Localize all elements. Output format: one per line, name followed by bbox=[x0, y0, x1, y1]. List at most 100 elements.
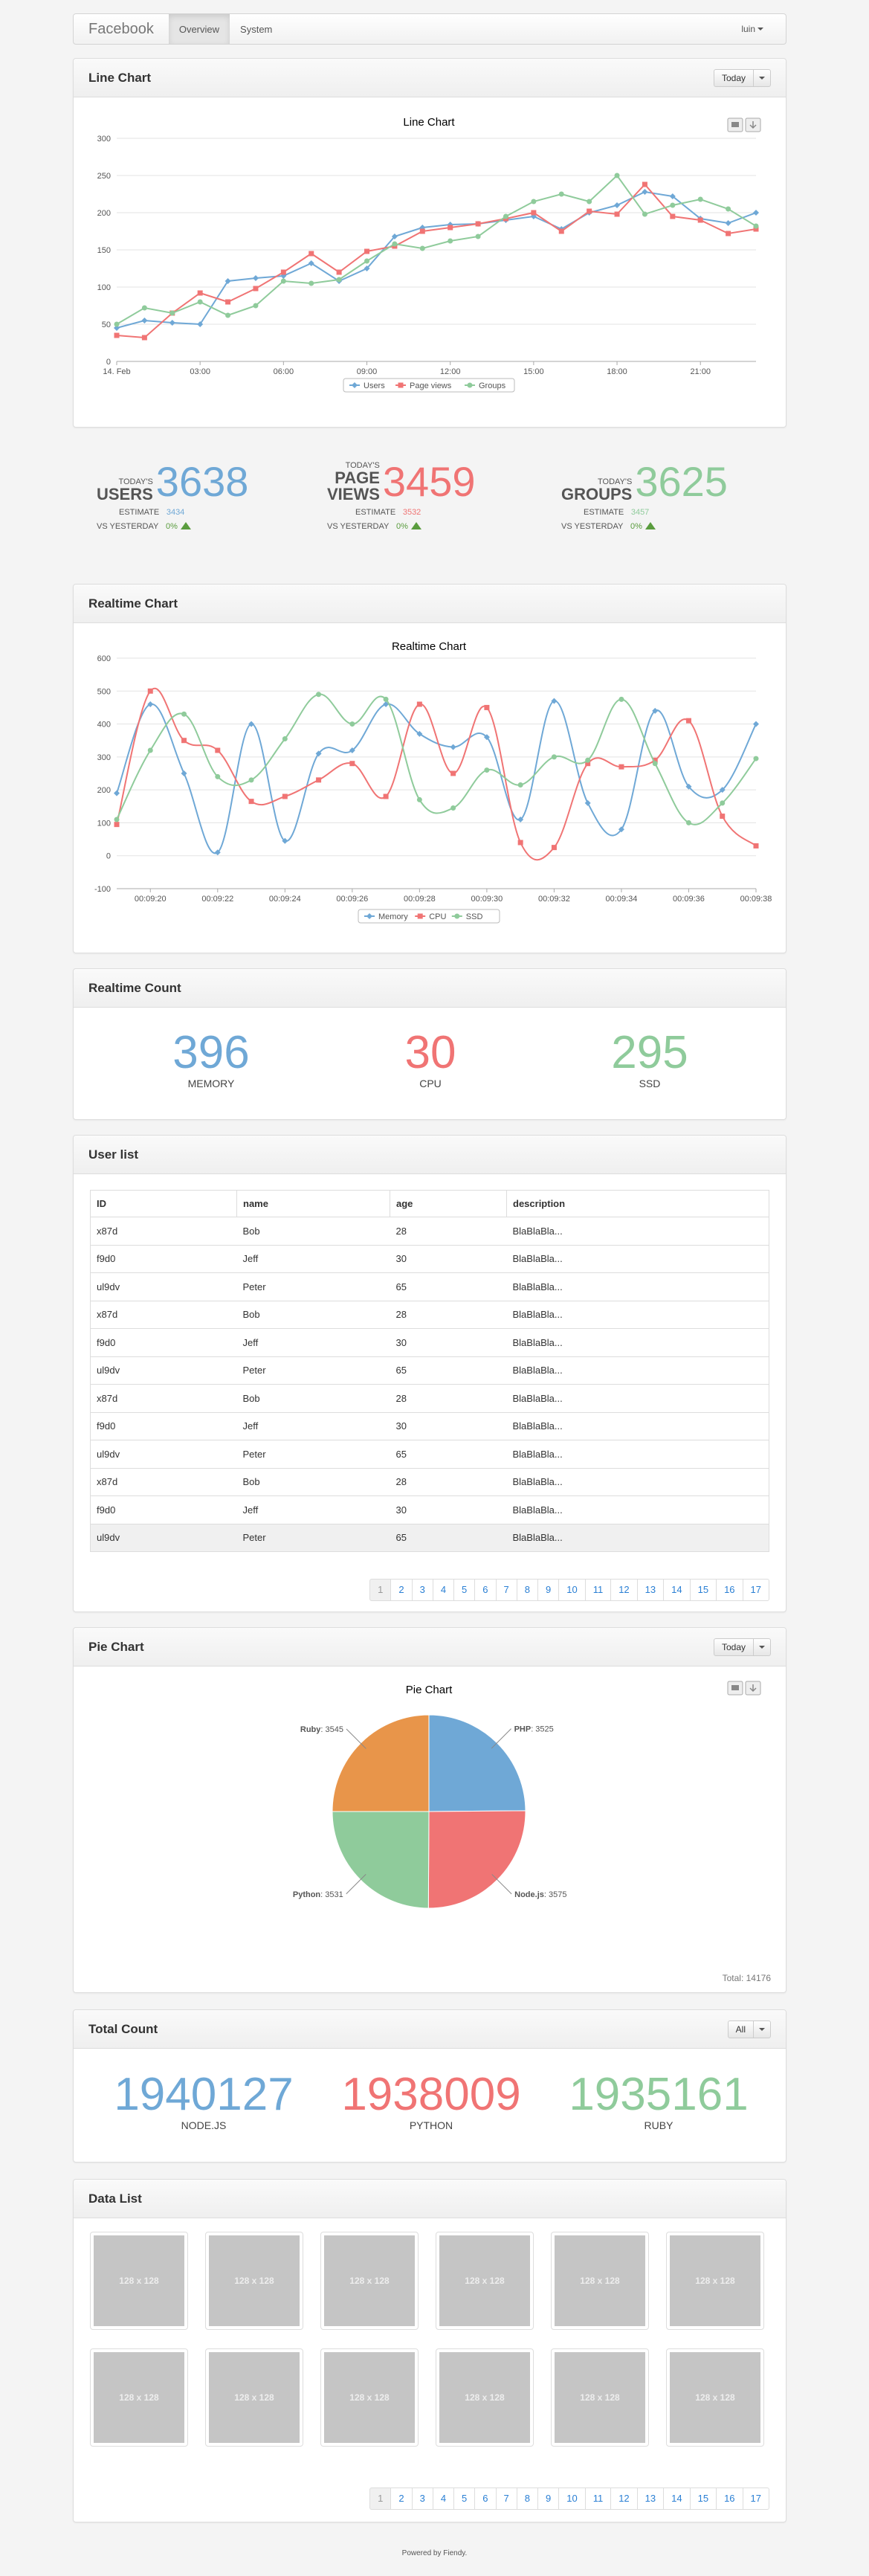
range-dropdown[interactable]: Today bbox=[713, 1638, 771, 1656]
page-link-14[interactable]: 14 bbox=[663, 2488, 691, 2510]
thumbnail[interactable]: 128 x 128 bbox=[666, 2348, 764, 2447]
data-point bbox=[349, 761, 355, 767]
legend-item[interactable]: Memory bbox=[378, 912, 408, 921]
column-header-id[interactable]: ID bbox=[90, 1190, 237, 1217]
page-link-3[interactable]: 3 bbox=[411, 2488, 433, 2510]
pie-slice-php[interactable] bbox=[428, 1714, 526, 1812]
legend-item[interactable]: Page views bbox=[410, 381, 452, 390]
thumbnail[interactable]: 128 x 128 bbox=[551, 2348, 649, 2447]
page-link-4[interactable]: 4 bbox=[432, 2488, 455, 2510]
range-button[interactable]: Today bbox=[713, 68, 754, 87]
thumbnail[interactable]: 128 x 128 bbox=[436, 2232, 534, 2330]
table-row[interactable]: ul9dv Peter 65 BlaBlaBla... bbox=[90, 1440, 769, 1469]
table-row[interactable]: x87d Bob 28 BlaBlaBla... bbox=[90, 1300, 769, 1329]
table-row[interactable]: f9d0 Jeff 30 BlaBlaBla... bbox=[90, 1495, 769, 1524]
column-header-name[interactable]: name bbox=[236, 1190, 390, 1217]
page-link-3[interactable]: 3 bbox=[411, 1579, 433, 1601]
y-tick-label: 300 bbox=[97, 135, 111, 144]
thumbnail[interactable]: 128 x 128 bbox=[205, 2348, 303, 2447]
data-point bbox=[720, 814, 726, 820]
page-link-17[interactable]: 17 bbox=[742, 2488, 769, 2510]
table-row[interactable]: f9d0 Jeff 30 BlaBlaBla... bbox=[90, 1411, 769, 1440]
page-link-11[interactable]: 11 bbox=[584, 1579, 612, 1601]
tab-overview[interactable]: Overview bbox=[168, 14, 230, 44]
table-row[interactable]: x87d Bob 28 BlaBlaBla... bbox=[90, 1384, 769, 1413]
table-row[interactable]: ul9dv Peter 65 BlaBlaBla... bbox=[90, 1523, 769, 1552]
page-link-13[interactable]: 13 bbox=[636, 2488, 665, 2510]
data-point bbox=[308, 251, 314, 257]
range-dropdown[interactable]: Today bbox=[713, 68, 771, 87]
page-link-16[interactable]: 16 bbox=[716, 1579, 743, 1601]
page-link-5[interactable]: 5 bbox=[453, 2488, 476, 2510]
thumbnail[interactable]: 128 x 128 bbox=[436, 2348, 534, 2447]
user-name: luin bbox=[741, 24, 755, 34]
page-link-7[interactable]: 7 bbox=[495, 1579, 517, 1601]
page-link-10[interactable]: 10 bbox=[558, 2488, 586, 2510]
page-link-15[interactable]: 15 bbox=[689, 1579, 717, 1601]
page-link-15[interactable]: 15 bbox=[689, 2488, 717, 2510]
page-link-7[interactable]: 7 bbox=[495, 2488, 517, 2510]
range-button[interactable]: Today bbox=[713, 1638, 754, 1656]
x-tick-label: 06:00 bbox=[274, 367, 294, 376]
thumbnail[interactable]: 128 x 128 bbox=[320, 2232, 419, 2330]
table-row[interactable]: f9d0 Jeff 30 BlaBlaBla... bbox=[90, 1244, 769, 1273]
data-point bbox=[336, 277, 342, 283]
page-link-9[interactable]: 9 bbox=[537, 1579, 560, 1601]
legend-item[interactable]: CPU bbox=[429, 912, 446, 921]
page-link-8[interactable]: 8 bbox=[516, 2488, 538, 2510]
page-link-12[interactable]: 12 bbox=[610, 2488, 638, 2510]
page-link-6[interactable]: 6 bbox=[474, 2488, 497, 2510]
table-row[interactable]: x87d Bob 28 BlaBlaBla... bbox=[90, 1467, 769, 1496]
page-link-5[interactable]: 5 bbox=[453, 1579, 476, 1601]
table-row[interactable]: ul9dv Peter 65 BlaBlaBla... bbox=[90, 1356, 769, 1385]
legend-item[interactable]: Groups bbox=[479, 381, 506, 390]
thumbnail[interactable]: 128 x 128 bbox=[666, 2232, 764, 2330]
legend-item[interactable]: SSD bbox=[466, 912, 483, 921]
range-dropdown[interactable]: All bbox=[727, 2020, 771, 2038]
dropdown-toggle[interactable] bbox=[754, 1638, 771, 1656]
range-button[interactable]: All bbox=[727, 2020, 754, 2038]
data-point bbox=[383, 696, 389, 702]
page-link-1[interactable]: 1 bbox=[369, 2488, 392, 2510]
page-link-4[interactable]: 4 bbox=[432, 1579, 455, 1601]
thumbnail[interactable]: 128 x 128 bbox=[90, 2232, 188, 2330]
page-link-6[interactable]: 6 bbox=[474, 1579, 497, 1601]
dropdown-toggle[interactable] bbox=[754, 68, 771, 87]
page-link-2[interactable]: 2 bbox=[390, 2488, 413, 2510]
page-link-16[interactable]: 16 bbox=[716, 2488, 743, 2510]
data-list-panel: Data List 128 x 128 128 x 128 128 x 128 128… bbox=[73, 2179, 786, 2522]
user-menu[interactable]: luin bbox=[741, 14, 786, 44]
page-link-12[interactable]: 12 bbox=[610, 1579, 638, 1601]
cell-age: 30 bbox=[390, 1244, 507, 1273]
data-point bbox=[517, 782, 523, 788]
pie-label-connector bbox=[491, 1728, 511, 1749]
thumbnail[interactable]: 128 x 128 bbox=[90, 2348, 188, 2447]
table-row[interactable]: ul9dv Peter 65 BlaBlaBla... bbox=[90, 1272, 769, 1301]
thumbnail[interactable]: 128 x 128 bbox=[320, 2348, 419, 2447]
thumbnail[interactable]: 128 x 128 bbox=[205, 2232, 303, 2330]
page-link-10[interactable]: 10 bbox=[558, 1579, 586, 1601]
cell-age: 28 bbox=[390, 1384, 507, 1413]
panel-title: Data List bbox=[88, 2191, 142, 2206]
column-header-description[interactable]: description bbox=[506, 1190, 769, 1217]
dropdown-toggle[interactable] bbox=[754, 2020, 771, 2038]
page-link-2[interactable]: 2 bbox=[390, 1579, 413, 1601]
thumbnail[interactable]: 128 x 128 bbox=[551, 2232, 649, 2330]
legend-item[interactable]: Users bbox=[364, 381, 385, 390]
page-link-9[interactable]: 9 bbox=[537, 2488, 560, 2510]
cell-age: 30 bbox=[390, 1411, 507, 1440]
brand-link[interactable]: Facebook bbox=[74, 14, 169, 44]
data-point bbox=[364, 258, 370, 264]
page-link-13[interactable]: 13 bbox=[636, 1579, 665, 1601]
page-link-14[interactable]: 14 bbox=[663, 1579, 691, 1601]
page-link-11[interactable]: 11 bbox=[584, 2488, 612, 2510]
page-link-8[interactable]: 8 bbox=[516, 1579, 538, 1601]
data-point bbox=[197, 299, 203, 305]
column-header-age[interactable]: age bbox=[390, 1190, 507, 1217]
cell-id: f9d0 bbox=[90, 1328, 237, 1357]
tab-system[interactable]: System bbox=[230, 14, 282, 44]
table-row[interactable]: x87d Bob 28 BlaBlaBla... bbox=[90, 1217, 769, 1246]
page-link-17[interactable]: 17 bbox=[742, 1579, 769, 1601]
table-row[interactable]: f9d0 Jeff 30 BlaBlaBla... bbox=[90, 1328, 769, 1357]
page-link-1[interactable]: 1 bbox=[369, 1579, 392, 1601]
